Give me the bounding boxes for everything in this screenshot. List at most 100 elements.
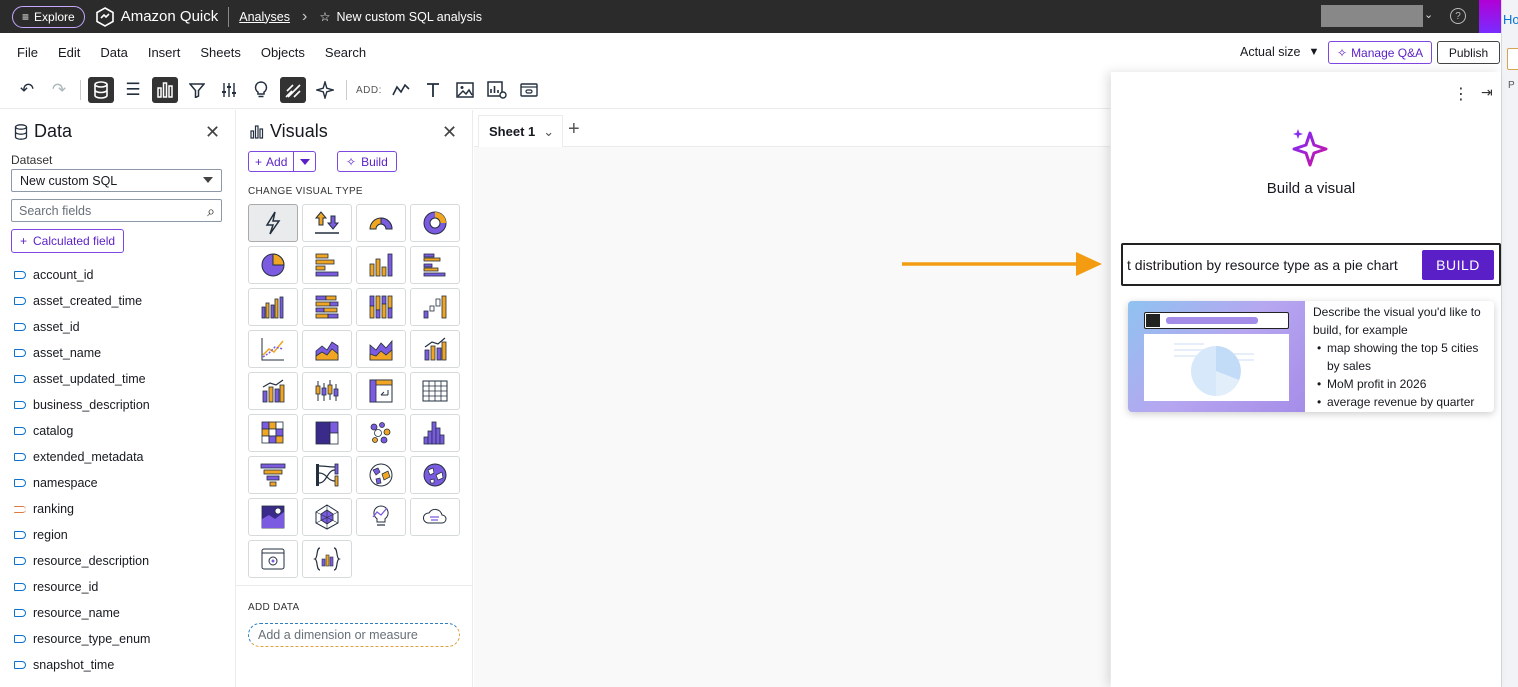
search-fields-input[interactable]: Search fields ⌕ bbox=[11, 199, 222, 222]
stacked-vertical-bar-icon[interactable] bbox=[356, 288, 406, 326]
publish-button[interactable]: Publish bbox=[1437, 41, 1500, 64]
field-item[interactable]: account_id bbox=[14, 262, 150, 288]
histogram-visual-icon[interactable] bbox=[410, 414, 460, 452]
filter-icon[interactable] bbox=[184, 77, 210, 103]
help-icon[interactable]: ? bbox=[1450, 8, 1466, 24]
list-icon[interactable]: ☰ bbox=[120, 77, 146, 103]
pie-visual-icon[interactable] bbox=[248, 246, 298, 284]
add-sheet-icon[interactable]: + bbox=[568, 118, 580, 141]
clustered-horizontal-bar-icon[interactable] bbox=[410, 246, 460, 284]
add-embed-icon[interactable] bbox=[516, 77, 542, 103]
data-panel-icon[interactable] bbox=[88, 77, 114, 103]
add-image-icon[interactable] bbox=[452, 77, 478, 103]
points-map-visual-icon[interactable] bbox=[410, 456, 460, 494]
field-item[interactable]: business_description bbox=[14, 392, 150, 418]
add-visual-dropdown[interactable] bbox=[294, 151, 317, 172]
account-selector[interactable] bbox=[1321, 5, 1423, 27]
add-visual-button[interactable]: + Add bbox=[248, 151, 295, 172]
zoom-dropdown[interactable]: Actual size ▼ bbox=[1240, 45, 1319, 59]
insight-visual-icon[interactable] bbox=[356, 498, 406, 536]
breadcrumb-analyses[interactable]: Analyses bbox=[239, 10, 290, 24]
funnel-visual-icon[interactable] bbox=[248, 456, 298, 494]
sankey-visual-icon[interactable] bbox=[302, 456, 352, 494]
vertical-bar-visual-icon[interactable] bbox=[356, 246, 406, 284]
undo-icon[interactable]: ↶ bbox=[14, 77, 40, 103]
insights-icon[interactable] bbox=[248, 77, 274, 103]
menu-insert[interactable]: Insert bbox=[148, 45, 181, 60]
field-item[interactable]: asset_id bbox=[14, 314, 150, 340]
menu-data[interactable]: Data bbox=[100, 45, 127, 60]
dataset-select[interactable]: New custom SQL bbox=[11, 169, 222, 192]
table-visual-icon[interactable] bbox=[410, 372, 460, 410]
visuals-panel-icon[interactable] bbox=[152, 77, 178, 103]
close-icon[interactable]: ✕ bbox=[205, 122, 220, 143]
filled-map-visual-icon[interactable] bbox=[356, 456, 406, 494]
field-item[interactable]: resource_id bbox=[14, 574, 150, 600]
calculated-field-button[interactable]: + Calculated field bbox=[11, 229, 125, 253]
field-item[interactable]: extended_metadata bbox=[14, 444, 150, 470]
build-prompt-input[interactable]: t distribution by resource type as a pie… bbox=[1121, 243, 1501, 286]
app-logo[interactable]: Amazon Quick bbox=[95, 6, 218, 27]
pivot-table-visual-icon[interactable] bbox=[356, 372, 406, 410]
geospatial-map-visual-icon[interactable] bbox=[248, 498, 298, 536]
donut-visual-icon[interactable] bbox=[410, 204, 460, 242]
tree-map-visual-icon[interactable] bbox=[302, 414, 352, 452]
explore-button[interactable]: ≡ Explore bbox=[12, 5, 85, 28]
autograph-visual-icon[interactable] bbox=[248, 204, 298, 242]
field-item[interactable]: resource_type_enum bbox=[14, 626, 150, 652]
horizontal-bar-visual-icon[interactable] bbox=[302, 246, 352, 284]
stacked-horizontal-bar-icon[interactable] bbox=[302, 288, 352, 326]
custom-visual-content-icon[interactable] bbox=[248, 540, 298, 578]
field-item[interactable]: namespace bbox=[14, 470, 150, 496]
sheet-canvas[interactable]: Sheet 1 ⌄ + bbox=[474, 110, 1110, 687]
area-line-visual-icon[interactable] bbox=[302, 330, 352, 368]
field-item[interactable]: catalog bbox=[14, 418, 150, 444]
field-item[interactable]: region bbox=[14, 522, 150, 548]
heat-map-visual-icon[interactable] bbox=[248, 414, 298, 452]
redo-icon[interactable]: ↷ bbox=[46, 77, 72, 103]
combo-chart-visual-icon[interactable] bbox=[410, 330, 460, 368]
sparkle-icon[interactable] bbox=[312, 77, 338, 103]
field-item[interactable]: resource_name bbox=[14, 600, 150, 626]
radar-chart-visual-icon[interactable] bbox=[302, 498, 352, 536]
field-item[interactable]: resource_description bbox=[14, 548, 150, 574]
add-insight-icon[interactable] bbox=[484, 77, 510, 103]
add-text-icon[interactable] bbox=[420, 77, 446, 103]
waterfall-visual-icon[interactable] bbox=[410, 288, 460, 326]
tab-sheet-1[interactable]: Sheet 1 ⌄ bbox=[478, 115, 563, 147]
manage-qa-button[interactable]: ✧ Manage Q&A bbox=[1328, 41, 1433, 64]
menu-objects[interactable]: Objects bbox=[261, 45, 305, 60]
menu-edit[interactable]: Edit bbox=[58, 45, 80, 60]
field-item[interactable]: asset_updated_time bbox=[14, 366, 150, 392]
stacked-area-visual-icon[interactable] bbox=[356, 330, 406, 368]
close-icon[interactable]: ✕ bbox=[442, 122, 457, 143]
word-cloud-visual-icon[interactable] bbox=[410, 498, 460, 536]
collapse-panel-icon[interactable]: ⇥ bbox=[1481, 84, 1493, 101]
themes-icon[interactable] bbox=[280, 77, 306, 103]
menu-search[interactable]: Search bbox=[325, 45, 366, 60]
build-visual-button[interactable]: ✧ Build bbox=[337, 151, 397, 172]
field-item[interactable]: ranking bbox=[14, 496, 150, 522]
field-item[interactable]: snapshot_time bbox=[14, 652, 150, 678]
chevron-down-icon[interactable]: ⌄ bbox=[543, 124, 554, 140]
parameters-icon[interactable] bbox=[216, 77, 242, 103]
highcharts-visual-icon[interactable] bbox=[302, 540, 352, 578]
field-item[interactable]: asset_created_time bbox=[14, 288, 150, 314]
combo-stacked-visual-icon[interactable] bbox=[248, 372, 298, 410]
field-item[interactable]: asset_name bbox=[14, 340, 150, 366]
line-chart-visual-icon[interactable] bbox=[248, 330, 298, 368]
add-visual-icon[interactable] bbox=[388, 77, 414, 103]
menu-sheets[interactable]: Sheets bbox=[200, 45, 240, 60]
kpi-visual-icon[interactable] bbox=[302, 204, 352, 242]
quick-assistant-icon[interactable] bbox=[1479, 0, 1501, 33]
more-options-icon[interactable]: ⋮ bbox=[1453, 84, 1469, 104]
star-icon[interactable]: ☆ bbox=[319, 9, 330, 24]
build-button[interactable]: BUILD bbox=[1422, 249, 1494, 280]
chevron-down-icon[interactable]: ⌄ bbox=[1424, 8, 1433, 21]
gauge-visual-icon[interactable] bbox=[356, 204, 406, 242]
box-plot-visual-icon[interactable] bbox=[302, 372, 352, 410]
menu-file[interactable]: File bbox=[17, 45, 38, 60]
add-dimension-dropzone[interactable]: Add a dimension or measure bbox=[248, 623, 460, 647]
clustered-vertical-bar-icon[interactable] bbox=[248, 288, 298, 326]
scatter-plot-visual-icon[interactable] bbox=[356, 414, 406, 452]
